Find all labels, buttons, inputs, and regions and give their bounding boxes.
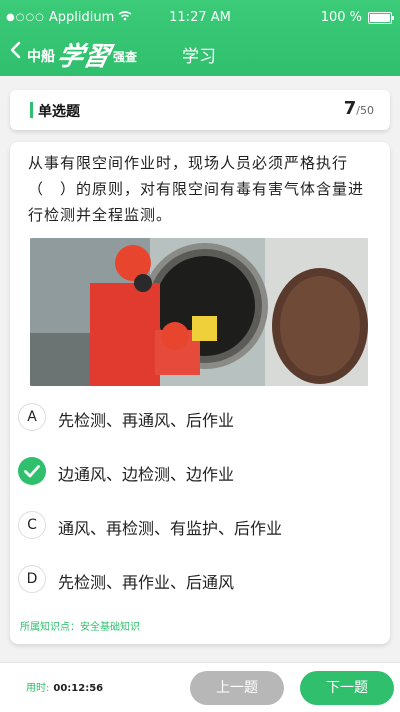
status-bar: ●○○○ Applidium 11:27 AM 100 % <box>0 0 400 36</box>
option-b-text: 边通风、边检测、边作业 <box>58 465 235 484</box>
option-c-marker: C <box>18 511 46 539</box>
battery-percent: 100 % <box>320 10 362 25</box>
option-d[interactable]: D 先检测、再作业、后通风 <box>18 560 378 600</box>
bottom-bar: 用时: 00:12:56 上一题 下一题 <box>0 662 400 712</box>
brand-text-right: 强查 <box>113 50 138 64</box>
question-current-number: 7 <box>343 98 357 119</box>
brand-logo-text: 学習 <box>54 42 113 72</box>
timer: 用时: 00:12:56 <box>26 679 103 694</box>
option-a-marker: A <box>18 403 46 431</box>
question-text: 从事有限空间作业时，现场人员必须严格执行（ ）的原则，对有限空间有毒有害气体含量… <box>28 154 365 224</box>
type-accent-bar <box>30 102 33 118</box>
question-card: 从事有限空间作业时，现场人员必须严格执行（ ）的原则，对有限空间有毒有害气体含量… <box>10 142 390 644</box>
battery-icon <box>368 11 394 24</box>
option-a[interactable]: A 先检测、再通风、后作业 <box>18 398 378 438</box>
question-total: /50 <box>356 104 374 117</box>
question-type-card: 单选题 7/50 <box>10 90 390 130</box>
timer-label: 用时: <box>26 683 50 694</box>
question-type-label: 单选题 <box>38 104 80 120</box>
knowledge-point: 所属知识点：安全基础知识 <box>20 622 140 633</box>
chevron-left-icon <box>10 41 21 59</box>
top-bar: ●○○○ Applidium 11:27 AM 100 % 中船 学習 强查 学… <box>0 0 400 76</box>
confined-space-image <box>30 238 368 386</box>
option-c[interactable]: C 通风、再检测、有监护、后作业 <box>18 506 378 546</box>
question-counter: 7/50 <box>344 98 374 119</box>
option-b[interactable]: 边通风、边检测、边作业 <box>18 452 378 492</box>
option-a-text: 先检测、再通风、后作业 <box>58 411 235 430</box>
nav-bar: 中船 学習 强查 学习 <box>0 36 400 74</box>
timer-value: 00:12:56 <box>53 683 104 694</box>
checkmark-icon <box>18 457 46 485</box>
option-d-marker: D <box>18 565 46 593</box>
question-photo <box>30 238 368 386</box>
option-c-text: 通风、再检测、有监护、后作业 <box>58 519 283 538</box>
next-question-button[interactable]: 下一题 <box>300 671 394 705</box>
previous-question-button[interactable]: 上一题 <box>190 671 284 705</box>
brand-text-left: 中船 <box>27 49 55 65</box>
status-right: 100 % <box>320 10 394 25</box>
page-title: 学习 <box>182 47 216 67</box>
option-d-text: 先检测、再作业、后通风 <box>58 573 235 592</box>
